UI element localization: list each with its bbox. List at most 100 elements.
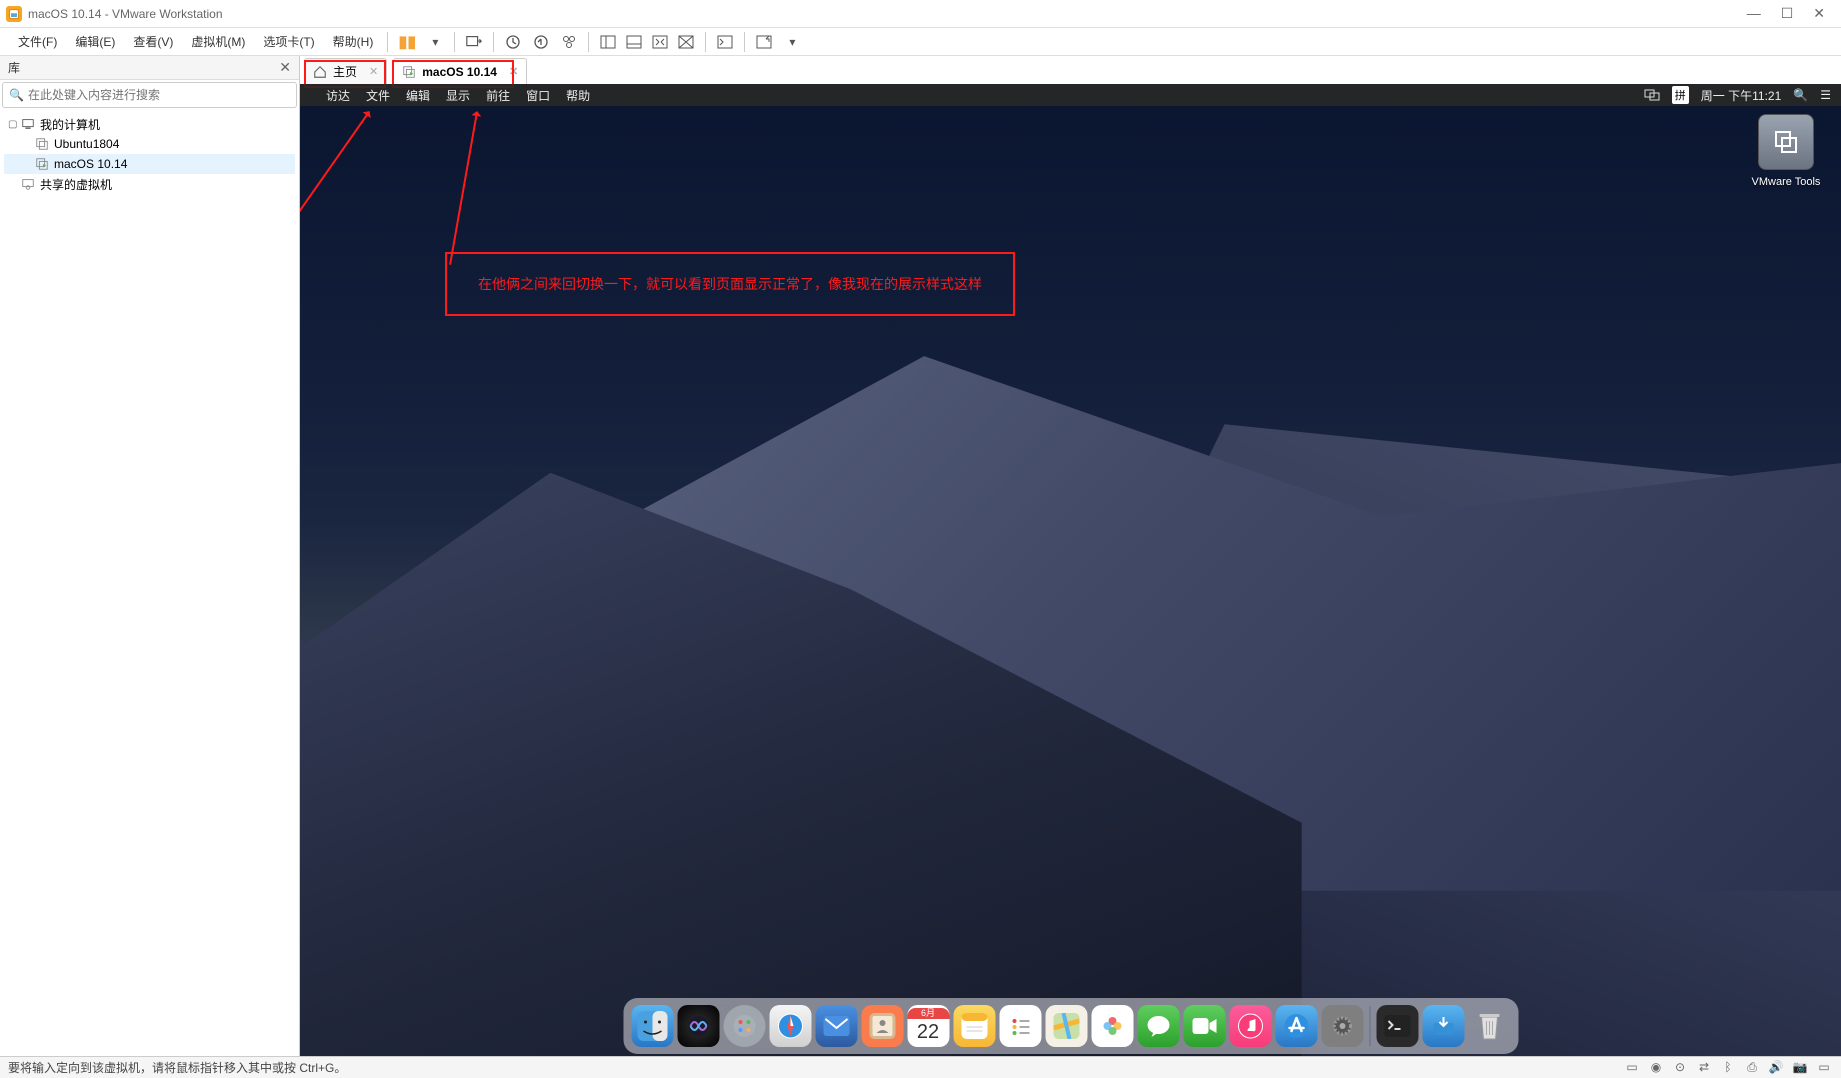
dock-launchpad[interactable] xyxy=(723,1005,765,1047)
status-disk-icon[interactable]: ◉ xyxy=(1647,1060,1665,1075)
snapshot-revert-button[interactable] xyxy=(528,30,554,54)
dock-mail[interactable] xyxy=(815,1005,857,1047)
tree-root-label: 我的计算机 xyxy=(40,116,100,133)
dock-itunes[interactable] xyxy=(1229,1005,1271,1047)
dock-messages[interactable] xyxy=(1137,1005,1179,1047)
tree-item-label: Ubuntu1804 xyxy=(54,137,119,151)
status-msg-icon[interactable]: ▭ xyxy=(1815,1060,1833,1075)
menu-view[interactable]: 查看(V) xyxy=(125,30,181,53)
dock-photos[interactable] xyxy=(1091,1005,1133,1047)
console-button[interactable] xyxy=(712,30,738,54)
tree-root-mycomputer[interactable]: ▢ 我的计算机 xyxy=(4,114,295,134)
view-stretch-button[interactable] xyxy=(673,30,699,54)
dock-contacts[interactable] xyxy=(861,1005,903,1047)
tab-home[interactable]: 主页 ✕ xyxy=(304,58,387,84)
tab-close-icon[interactable]: ✕ xyxy=(509,65,518,78)
window-title: macOS 10.14 - VMware Workstation xyxy=(28,7,223,21)
view-console-button[interactable] xyxy=(621,30,647,54)
dock-finder[interactable] xyxy=(631,1005,673,1047)
menu-vm[interactable]: 虚拟机(M) xyxy=(183,30,253,53)
dock-trash[interactable] xyxy=(1468,1005,1510,1047)
snapshot-manage-button[interactable] xyxy=(556,30,582,54)
tab-home-label: 主页 xyxy=(333,63,357,80)
app-menubar: 文件(F) 编辑(E) 查看(V) 虚拟机(M) 选项卡(T) 帮助(H) ▮▮… xyxy=(0,28,1841,56)
mirror-icon[interactable] xyxy=(1644,89,1660,101)
mac-datetime[interactable]: 周一 下午11:21 xyxy=(1701,87,1781,104)
tree-item-ubuntu[interactable]: Ubuntu1804 xyxy=(4,134,295,154)
search-box[interactable]: 🔍 xyxy=(2,82,297,108)
tree-item-macos[interactable]: macOS 10.14 xyxy=(4,154,295,174)
pause-button[interactable]: ▮▮ xyxy=(394,30,420,54)
mac-menu-help[interactable]: 帮助 xyxy=(566,87,590,104)
dropdown2-icon[interactable]: ▾ xyxy=(779,30,805,54)
status-device-icon[interactable]: ▭ xyxy=(1623,1060,1641,1075)
mac-menu-goto[interactable]: 前往 xyxy=(486,87,510,104)
vm-tab-icon xyxy=(402,65,416,79)
snapshot-button[interactable] xyxy=(500,30,526,54)
annotation-arrow xyxy=(300,111,370,227)
dock-facetime[interactable] xyxy=(1183,1005,1225,1047)
vm-icon xyxy=(34,137,50,151)
dock-safari[interactable] xyxy=(769,1005,811,1047)
status-bar: 要将输入定向到该虚拟机，请将鼠标指针移入其中或按 Ctrl+G。 ▭ ◉ ⊙ ⇄… xyxy=(0,1056,1841,1078)
dock-calendar[interactable]: 6月 22 xyxy=(907,1005,949,1047)
computer-icon xyxy=(20,117,36,131)
dock-reminders[interactable] xyxy=(999,1005,1041,1047)
mac-menu-finder[interactable]: 访达 xyxy=(326,87,350,104)
dock-siri[interactable] xyxy=(677,1005,719,1047)
sidebar-close-button[interactable]: ✕ xyxy=(279,59,291,76)
desktop-vmware-tools[interactable]: VMware Tools xyxy=(1751,114,1821,188)
tree-shared-label: 共享的虚拟机 xyxy=(40,176,112,193)
tab-macos[interactable]: macOS 10.14 ✕ xyxy=(393,58,527,84)
status-usb-icon[interactable]: ᛒ xyxy=(1719,1060,1737,1075)
dock-notes[interactable] xyxy=(953,1005,995,1047)
status-net-icon[interactable]: ⇄ xyxy=(1695,1060,1713,1075)
content-area: 主页 ✕ macOS 10.14 ✕ 访达 文件 编辑 显示 前往 窗口 xyxy=(300,56,1841,1056)
mac-menu-edit[interactable]: 编辑 xyxy=(406,87,430,104)
send-button[interactable] xyxy=(461,30,487,54)
fullscreen-button[interactable] xyxy=(751,30,777,54)
mac-menu-window[interactable]: 窗口 xyxy=(526,87,550,104)
spotlight-icon[interactable]: 🔍 xyxy=(1793,88,1808,102)
mac-dock: 6月 22 xyxy=(623,998,1518,1054)
menu-help[interactable]: 帮助(H) xyxy=(325,30,382,53)
status-camera-icon[interactable]: 📷 xyxy=(1791,1060,1809,1075)
search-input[interactable] xyxy=(28,88,290,102)
status-cd-icon[interactable]: ⊙ xyxy=(1671,1060,1689,1075)
tree-shared-vms[interactable]: 共享的虚拟机 xyxy=(4,174,295,194)
dock-appstore[interactable] xyxy=(1275,1005,1317,1047)
menu-file[interactable]: 文件(F) xyxy=(10,30,65,53)
vmware-tools-icon xyxy=(1758,114,1814,170)
status-sound-icon[interactable]: 🔊 xyxy=(1767,1060,1785,1075)
desktop-icon-label: VMware Tools xyxy=(1751,176,1821,188)
maximize-button[interactable]: ☐ xyxy=(1781,5,1794,22)
annotation-text: 在他俩之间来回切换一下，就可以看到页面显示正常了，像我现在的展示样式这样 xyxy=(478,274,982,294)
annotation-text-box: 在他俩之间来回切换一下，就可以看到页面显示正常了，像我现在的展示样式这样 xyxy=(445,252,1015,316)
close-button[interactable]: ✕ xyxy=(1813,5,1825,22)
app-icon xyxy=(6,6,22,22)
menu-tabs[interactable]: 选项卡(T) xyxy=(255,30,322,53)
shared-icon xyxy=(20,177,36,191)
guest-display[interactable]: 访达 文件 编辑 显示 前往 窗口 帮助 拼 周一 下午11:21 🔍 ☰ xyxy=(300,84,1841,1056)
tab-close-icon[interactable]: ✕ xyxy=(369,65,378,78)
input-method-icon[interactable]: 拼 xyxy=(1672,86,1689,104)
minimize-button[interactable]: — xyxy=(1747,5,1761,22)
status-printer-icon[interactable]: ⎙ xyxy=(1743,1060,1761,1075)
dock-maps[interactable] xyxy=(1045,1005,1087,1047)
dropdown-icon[interactable]: ▾ xyxy=(422,30,448,54)
calendar-month: 6月 xyxy=(907,1008,949,1019)
view-fit-button[interactable] xyxy=(647,30,673,54)
dock-downloads[interactable] xyxy=(1422,1005,1464,1047)
home-icon xyxy=(313,65,327,79)
mac-menu-show[interactable]: 显示 xyxy=(446,87,470,104)
dock-terminal[interactable] xyxy=(1376,1005,1418,1047)
menulist-icon[interactable]: ☰ xyxy=(1820,88,1831,102)
window-titlebar: macOS 10.14 - VMware Workstation — ☐ ✕ xyxy=(0,0,1841,28)
library-sidebar: 库 ✕ 🔍 ▢ 我的计算机 Ubuntu1804 macOS 10.14 xyxy=(0,56,300,1056)
annotation-arrow xyxy=(449,112,478,265)
view-thumb-button[interactable] xyxy=(595,30,621,54)
status-hint: 要将输入定向到该虚拟机，请将鼠标指针移入其中或按 Ctrl+G。 xyxy=(8,1059,346,1076)
dock-settings[interactable] xyxy=(1321,1005,1363,1047)
menu-edit[interactable]: 编辑(E) xyxy=(67,30,123,53)
mac-menu-file[interactable]: 文件 xyxy=(366,87,390,104)
